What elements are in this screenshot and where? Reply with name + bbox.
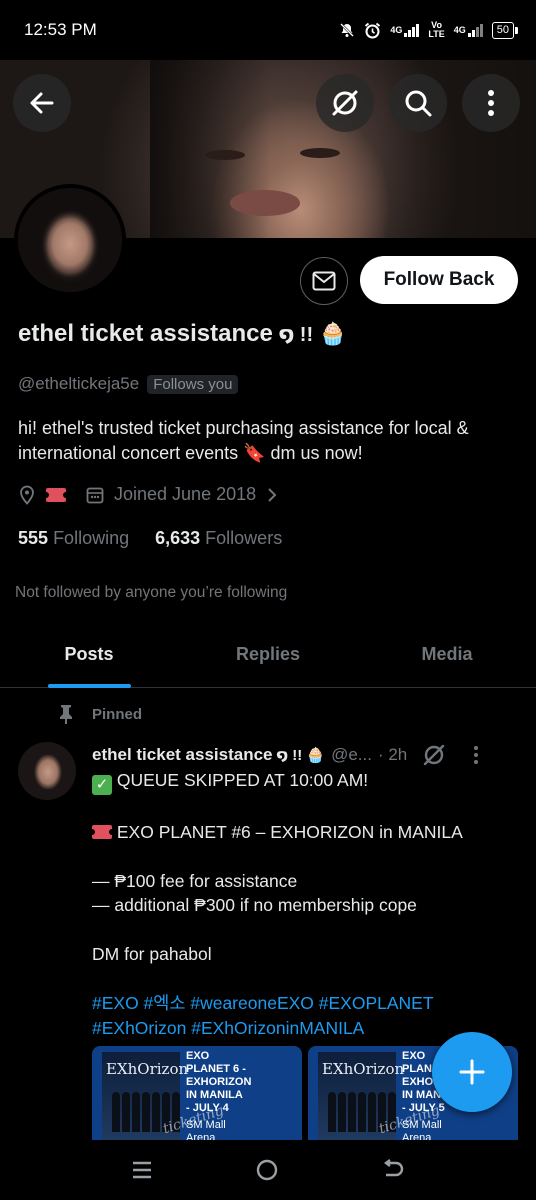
network-type-1: 4G: [390, 24, 403, 35]
post-author-name[interactable]: ethel ticket assistance: [92, 745, 272, 765]
joined-date: Joined June 2018: [114, 484, 257, 504]
post-line-1: ✓ QUEUE SKIPPED AT 10:00 AM!: [92, 768, 512, 795]
pinned-label: Pinned: [92, 705, 143, 723]
signal-2-icon: 4G: [453, 23, 483, 37]
display-name-suffix: ໑ !!: [278, 323, 314, 346]
home-nav-icon[interactable]: [255, 1158, 279, 1182]
status-icons: 4G Vo LTE 4G 50: [339, 21, 519, 39]
tab-posts[interactable]: Posts: [0, 628, 178, 688]
ticket-emoji-icon: [89, 824, 115, 839]
more-vertical-icon: [488, 90, 494, 116]
followers-count: 6,633: [155, 528, 201, 548]
volte-bottom: LTE: [428, 29, 445, 39]
post-media-1[interactable]: EXhOrizon EXO PLANET 6 - EXHORIZON IN MA…: [92, 1046, 302, 1140]
tab-replies[interactable]: Replies: [178, 628, 358, 687]
battery-indicator: 50: [491, 21, 519, 39]
back-button[interactable]: [13, 74, 71, 132]
volte-icon: Vo LTE: [428, 21, 444, 39]
more-options-button[interactable]: [462, 74, 520, 132]
post-header: ethel ticket assistance ໑ !! 🧁 @e... · 2…: [92, 742, 522, 768]
chevron-right-icon[interactable]: [266, 487, 278, 503]
message-button[interactable]: [300, 257, 348, 305]
location-icon: [20, 485, 34, 505]
post-hashtags-1[interactable]: #EXO #엑소 #weareoneEXO #EXOPLANET: [92, 991, 512, 1016]
post-avatar[interactable]: [18, 742, 76, 800]
profile-tabs: Posts Replies Media: [0, 628, 536, 688]
following-label: Following: [53, 528, 130, 548]
display-name-text: ethel ticket assistance: [18, 320, 273, 347]
profile-handle: @etheltickeja5e: [18, 374, 140, 393]
post-line-3: — ₱100 fee for assistance: [92, 870, 298, 891]
back-arrow-icon: [30, 92, 54, 114]
grok-icon[interactable]: [421, 742, 447, 768]
tab-media[interactable]: Media: [358, 628, 536, 687]
follow-back-button[interactable]: Follow Back: [360, 256, 518, 304]
following-count: 555: [18, 528, 49, 548]
alarm-icon: [364, 22, 381, 39]
following-link[interactable]: 555 Following: [18, 528, 129, 549]
signal-1-icon: 4G: [390, 23, 420, 37]
media-caption: EXO PLANET 6 - EXHORIZON IN MANILA - JUL…: [186, 1050, 252, 1140]
post-author-handle: @e...: [331, 745, 372, 764]
followers-label: Followers: [205, 528, 283, 548]
more-vertical-icon[interactable]: [473, 745, 479, 765]
system-nav-bar: [0, 1140, 536, 1200]
mail-icon: [312, 271, 336, 291]
calendar-icon: [86, 487, 104, 503]
mute-icon: [339, 22, 355, 38]
handle-row: @etheltickeja5e Follows you: [18, 374, 239, 394]
compose-button[interactable]: [432, 1032, 512, 1112]
search-icon: [405, 90, 432, 117]
profile-meta: Joined June 2018: [18, 484, 278, 505]
profile-bio: hi! ethel's trusted ticket purchasing as…: [18, 418, 469, 463]
compose-plus-icon: [459, 1059, 485, 1085]
grok-icon: [332, 90, 358, 116]
post-line-5: DM for pahabol: [92, 944, 212, 964]
post-author-suffix: ໑ !! 🧁: [276, 747, 326, 764]
status-time: 12:53 PM: [24, 20, 97, 39]
profile-avatar[interactable]: [14, 184, 126, 296]
status-bar: 12:53 PM 4G Vo LTE 4G 50: [0, 0, 536, 60]
pinned-indicator: Pinned: [58, 704, 142, 724]
follow-counts: 555 Following 6,633 Followers: [18, 528, 282, 549]
post-hashtags-2[interactable]: #EXhOrizon #EXhOrizoninMANILA: [92, 1016, 512, 1041]
search-button[interactable]: [389, 74, 447, 132]
network-type-2: 4G: [453, 24, 466, 35]
recents-nav-icon[interactable]: [131, 1160, 153, 1180]
grok-button[interactable]: [316, 74, 374, 132]
pin-icon: [60, 705, 72, 724]
follows-you-badge: Follows you: [147, 374, 239, 394]
cupcake-emoji: 🧁: [319, 321, 347, 346]
post-line-4: — additional ₱300 if no membership cope: [92, 895, 417, 915]
post-line-2: EXO PLANET #6 – EXHORIZON in MANILA: [89, 820, 512, 845]
not-followed-note: Not followed by anyone you’re following: [15, 584, 288, 601]
post-time: · 2h: [377, 745, 408, 764]
back-nav-icon[interactable]: [381, 1159, 405, 1181]
display-name: ethel ticket assistance ໑ !! 🧁: [18, 320, 347, 348]
ticket-emoji-icon: [43, 487, 69, 502]
post-body[interactable]: ✓ QUEUE SKIPPED AT 10:00 AM! EXO PLANET …: [89, 768, 512, 1041]
check-emoji-icon: ✓: [92, 775, 112, 795]
followers-link[interactable]: 6,633 Followers: [155, 528, 282, 549]
